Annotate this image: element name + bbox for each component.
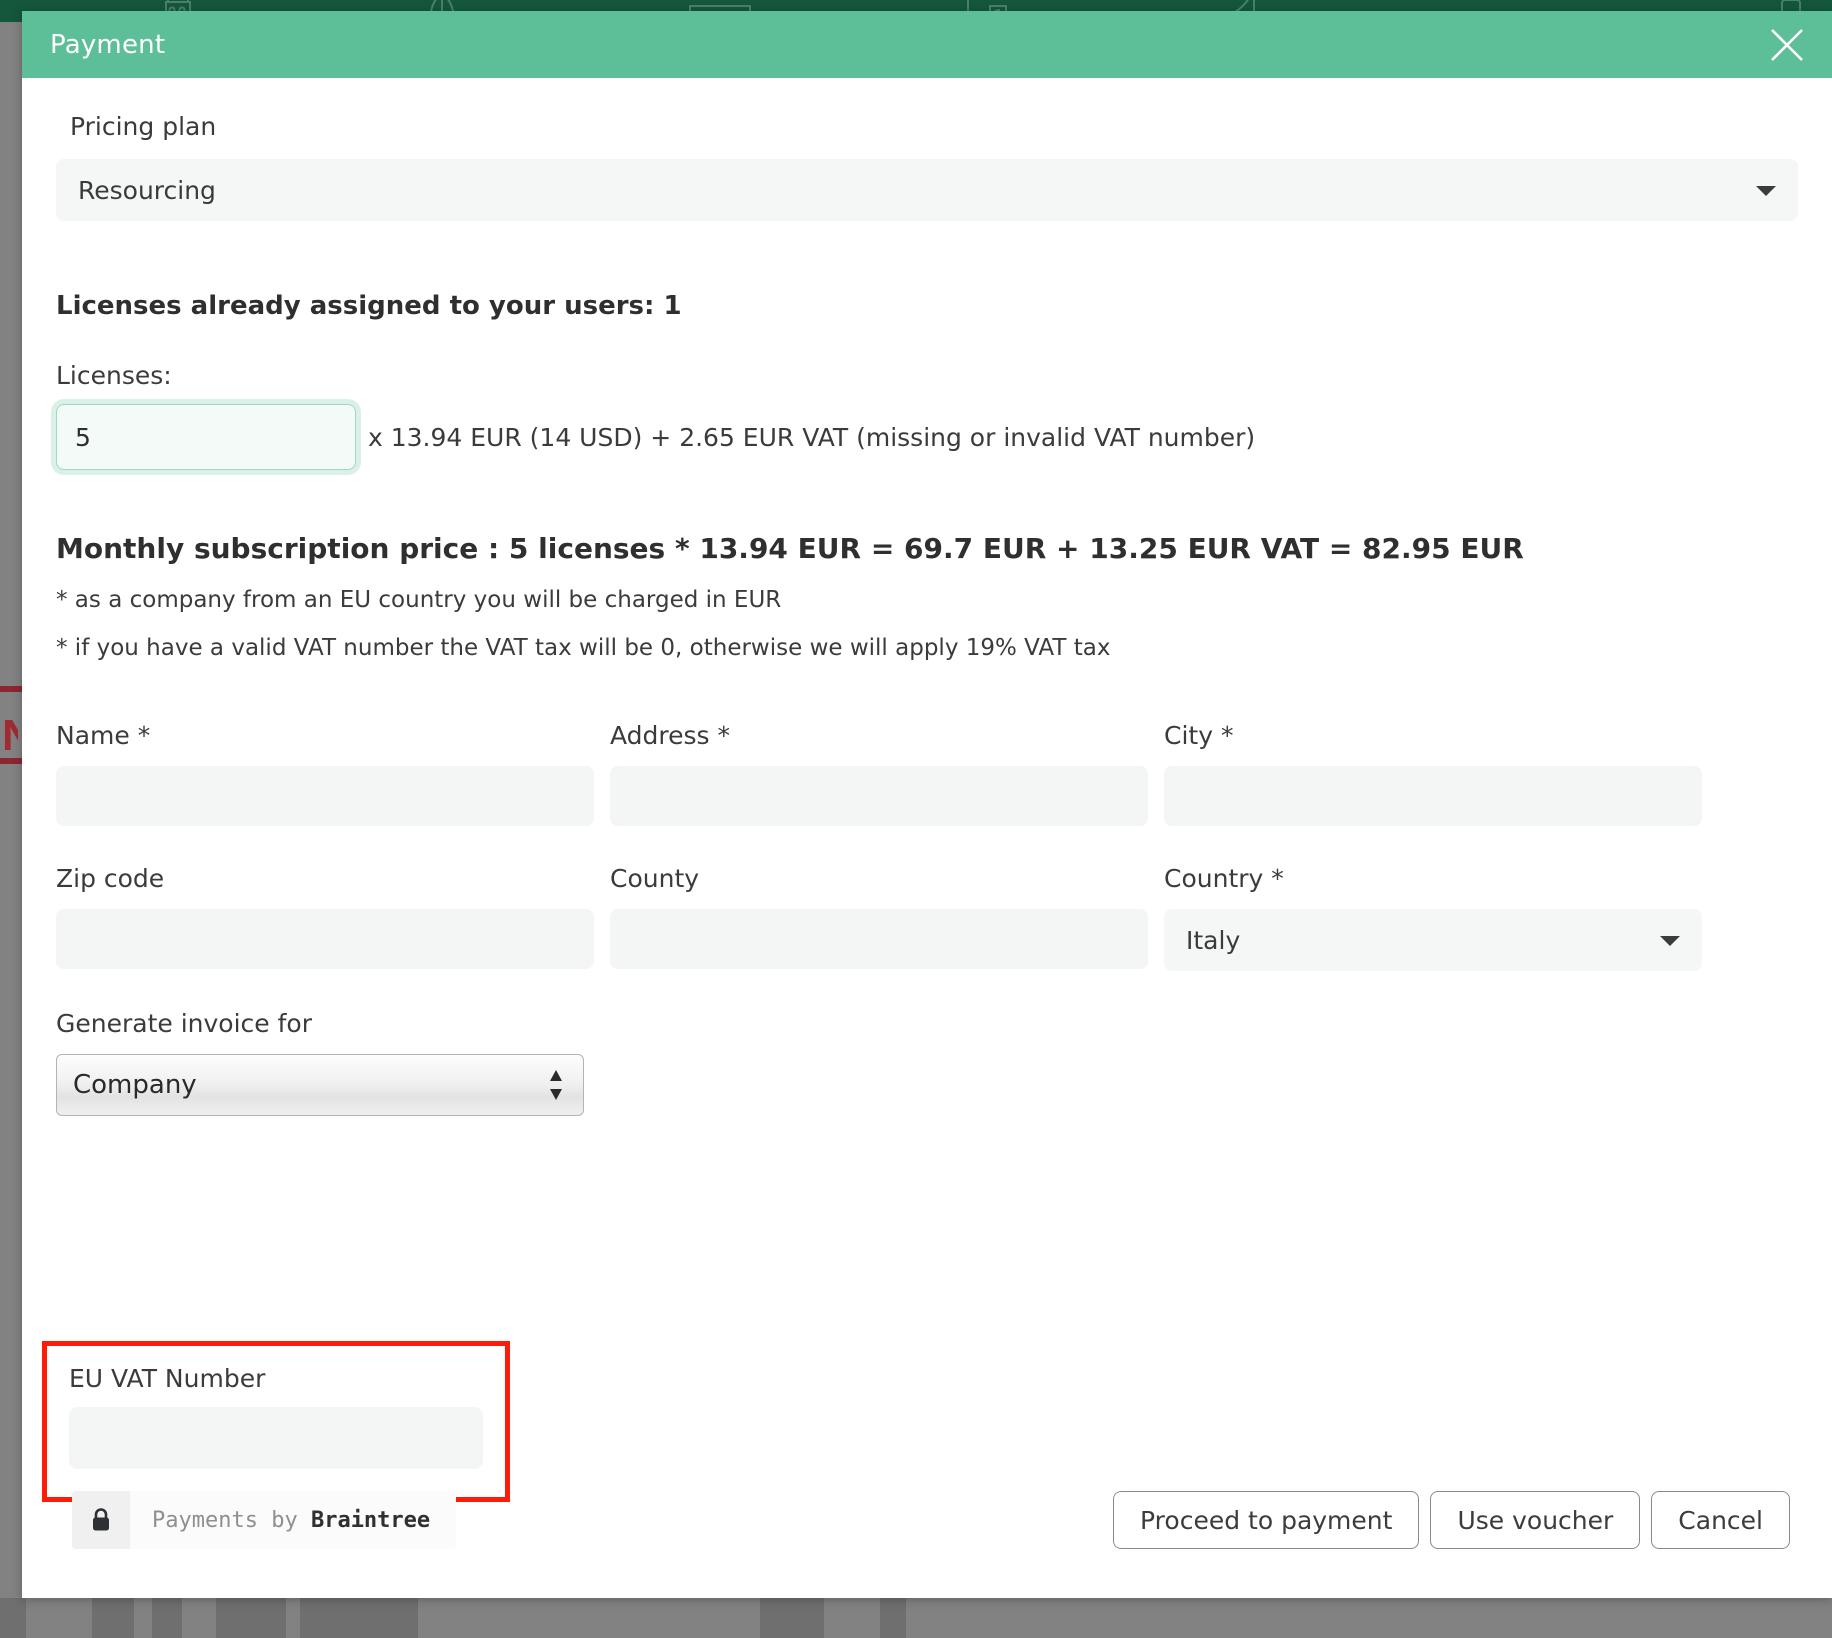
invoice-for-label: Generate invoice for [56, 1009, 1798, 1038]
background-left-letter: N [2, 714, 18, 758]
background-left-rule-bottom [0, 758, 22, 764]
bottom-bar-segment [0, 1598, 26, 1638]
address-field[interactable] [610, 766, 1148, 826]
pricing-plan-select[interactable]: Resourcing [56, 159, 1798, 221]
braintree-badge: Payments by Braintree [72, 1491, 456, 1549]
licenses-input-label: Licenses: [56, 361, 1798, 390]
licenses-rate-text: x 13.94 EUR (14 USD) + 2.65 EUR VAT (mis… [368, 423, 1255, 452]
bottom-bar-segment [300, 1598, 418, 1638]
payment-dialog: Payment Pricing plan Resourcing Licenses… [22, 11, 1832, 1598]
bottom-bar-segment [216, 1598, 286, 1638]
background-bottom-bar [0, 1598, 1832, 1638]
billing-fields: Name * Address * City * Zip code [56, 721, 1798, 971]
billing-row-1: Name * Address * City * [56, 721, 1798, 826]
city-field[interactable] [1164, 766, 1702, 826]
field-name: Name * [56, 721, 594, 826]
lock-icon [72, 1491, 130, 1549]
invoice-for-select[interactable]: Company [56, 1054, 584, 1116]
page-title: Payment [50, 30, 165, 60]
field-country-label: Country * [1164, 864, 1702, 893]
price-summary-text: Monthly subscription price : 5 licenses … [56, 532, 1798, 565]
pricing-plan-label: Pricing plan [70, 112, 1798, 141]
dialog-footer: Payments by Braintree Proceed to payment… [22, 1470, 1832, 1598]
field-city: City * [1164, 721, 1702, 826]
bottom-bar-segment [92, 1598, 134, 1638]
licenses-assigned-text: Licenses already assigned to your users:… [56, 291, 1798, 321]
price-note-currency: * as a company from an EU country you wi… [56, 587, 1798, 613]
pricing-plan-value: Resourcing [78, 176, 216, 205]
country-value: Italy [1186, 926, 1240, 955]
billing-row-2: Zip code County Country * Italy [56, 864, 1798, 971]
bottom-bar-segment [152, 1598, 182, 1638]
braintree-prefix: Payments by [152, 1508, 311, 1533]
chevron-down-icon [1660, 936, 1680, 946]
eu-vat-field[interactable] [69, 1407, 483, 1469]
braintree-text: Payments by Braintree [130, 1508, 456, 1533]
background-left-rule-top [0, 686, 22, 692]
field-city-label: City * [1164, 721, 1702, 750]
eu-vat-label: EU VAT Number [69, 1364, 483, 1393]
cancel-button[interactable]: Cancel [1651, 1491, 1790, 1549]
bottom-bar-segment [760, 1598, 824, 1638]
field-county: County [610, 864, 1148, 971]
field-country: Country * Italy [1164, 864, 1702, 971]
name-field[interactable] [56, 766, 594, 826]
dialog-body: Pricing plan Resourcing Licenses already… [22, 78, 1832, 1538]
licenses-input[interactable] [56, 404, 356, 470]
country-select[interactable]: Italy [1164, 909, 1702, 971]
field-county-label: County [610, 864, 1148, 893]
proceed-to-payment-button[interactable]: Proceed to payment [1113, 1491, 1419, 1549]
zip-code-field[interactable] [56, 909, 594, 969]
price-note-vat: * if you have a valid VAT number the VAT… [56, 635, 1798, 661]
licenses-row: x 13.94 EUR (14 USD) + 2.65 EUR VAT (mis… [56, 404, 1798, 470]
background-left-scrollbar[interactable] [0, 22, 22, 1638]
invoice-for-block: Generate invoice for Company [56, 1009, 1798, 1116]
use-voucher-button[interactable]: Use voucher [1430, 1491, 1640, 1549]
field-name-label: Name * [56, 721, 594, 750]
close-icon[interactable] [1764, 22, 1810, 68]
county-field[interactable] [610, 909, 1148, 969]
braintree-brand: Braintree [311, 1508, 430, 1533]
field-address: Address * [610, 721, 1148, 826]
field-address-label: Address * [610, 721, 1148, 750]
bottom-bar-segment [880, 1598, 906, 1638]
footer-buttons: Proceed to payment Use voucher Cancel [1113, 1491, 1790, 1549]
dialog-header: Payment [22, 11, 1832, 78]
field-zip-label: Zip code [56, 864, 594, 893]
invoice-for-select-wrap: Company [56, 1054, 584, 1116]
field-zip: Zip code [56, 864, 594, 971]
chevron-down-icon [1756, 186, 1776, 196]
